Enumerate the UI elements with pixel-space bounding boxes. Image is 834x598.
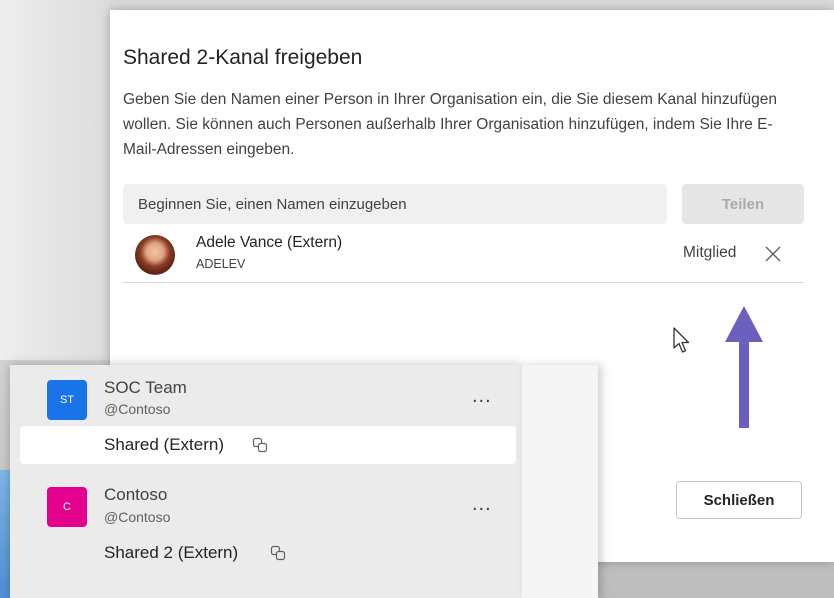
shared-channel-icon [252,437,268,453]
mouse-cursor-icon [673,327,690,353]
panel-right-area [522,365,598,598]
member-role-dropdown[interactable]: Mitglied [683,244,736,262]
channel-label: Shared 2 (Extern) [104,543,239,562]
team-handle-soc: @Contoso [104,401,171,417]
team-avatar-soc: ST [47,380,87,420]
channel-shared-extern[interactable]: Shared (Extern) [20,426,516,464]
dialog-description: Geben Sie den Namen einer Person in Ihre… [123,91,777,158]
arrow-up-icon [725,306,763,428]
dialog-title: Shared 2-Kanal freigeben [123,46,363,69]
member-name: Adele Vance (Extern) [196,234,343,251]
background-left [0,0,110,360]
team-name-contoso[interactable]: Contoso [104,485,167,505]
member-handle: ADELEV [196,257,246,271]
channel-label: Shared (Extern) [104,435,224,454]
member-row: Adele Vance (Extern) ADELEV Mitglied [123,230,804,283]
channel-shared-2-extern[interactable]: Shared 2 (Extern) [20,534,516,572]
team-name-soc[interactable]: SOC Team [104,378,187,398]
close-button[interactable]: Schließen [676,481,802,519]
remove-icon[interactable] [763,244,783,264]
people-search-input[interactable]: Beginnen Sie, einen Namen einzugeben [123,184,667,224]
shared-channel-icon [270,545,286,561]
more-options-icon[interactable]: ... [472,385,492,408]
team-handle-contoso: @Contoso [104,509,171,525]
member-avatar [135,235,175,275]
share-button[interactable]: Teilen [682,184,804,224]
team-avatar-contoso: C [47,487,87,527]
teams-list-panel: ST SOC Team @Contoso ... Shared (Extern)… [10,365,522,598]
more-options-icon[interactable]: ... [472,493,492,516]
